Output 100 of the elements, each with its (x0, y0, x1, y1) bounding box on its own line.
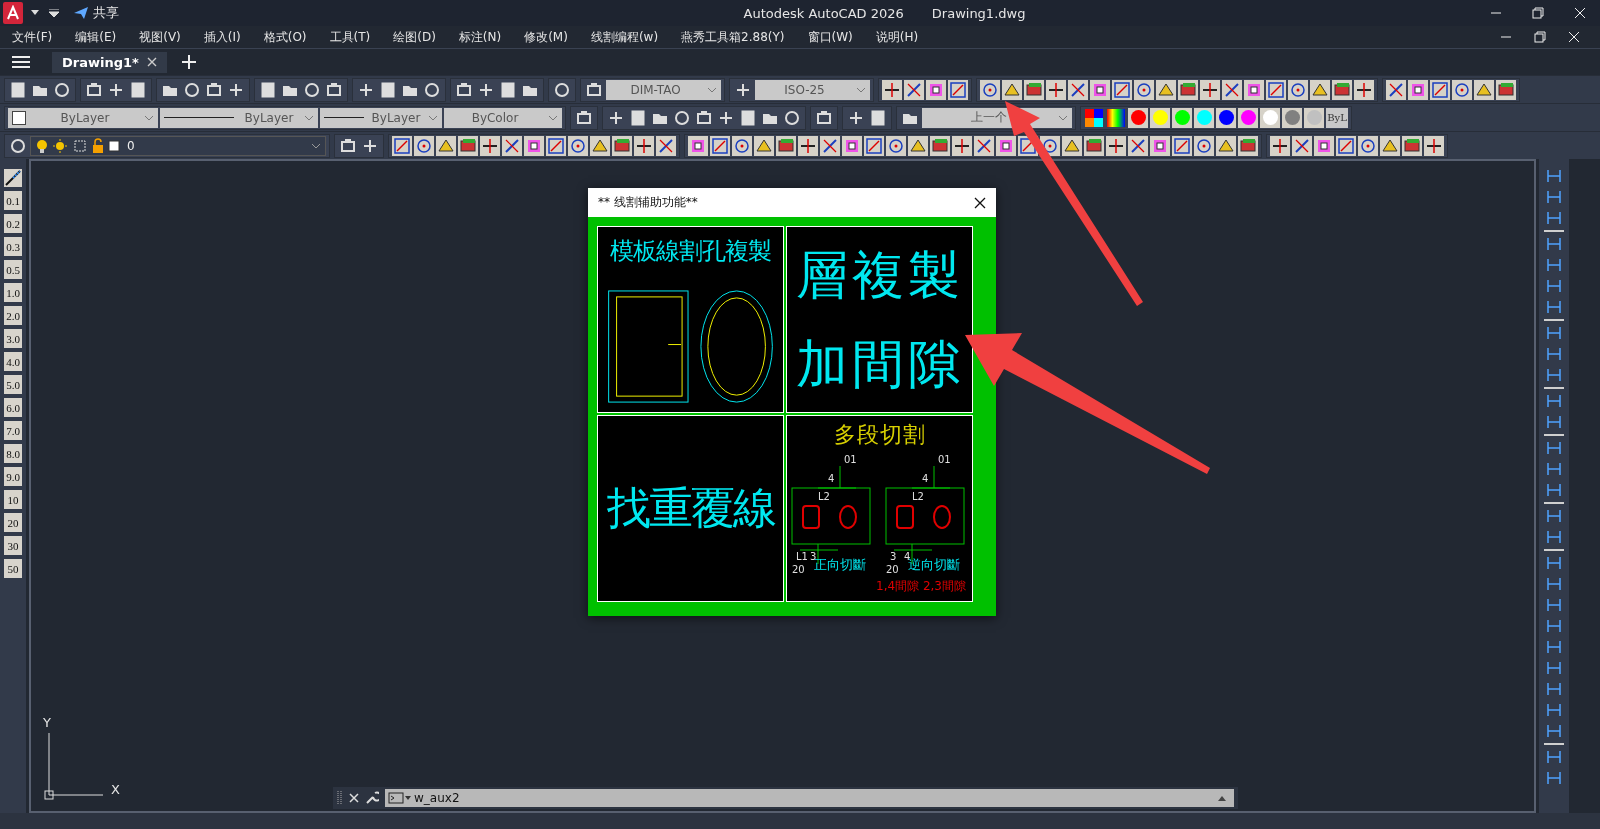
toolbar-icon[interactable] (1024, 79, 1044, 100)
toolbar-icon[interactable] (952, 135, 972, 156)
dimension-tool-icon[interactable] (1545, 256, 1563, 274)
toolbar-icon[interactable] (1084, 135, 1104, 156)
toolbar-icon[interactable] (1244, 79, 1264, 100)
lineweight-button[interactable]: 0.3 (4, 237, 22, 256)
toolbar-icon[interactable] (128, 79, 148, 100)
menu-item[interactable]: 标注(N) (458, 28, 515, 46)
add-icon[interactable] (180, 54, 197, 70)
toolbar-icon[interactable] (436, 135, 456, 156)
dimension-tool-icon[interactable] (1545, 507, 1563, 525)
menu-icon[interactable] (12, 55, 30, 69)
lineweight-icon[interactable] (4, 169, 22, 187)
color-swatch[interactable] (1130, 110, 1146, 125)
menu-item[interactable]: 文件(F) (12, 28, 66, 46)
option-panel[interactable]: 層複製 加間隙 (786, 226, 973, 413)
toolbar-icon[interactable] (1134, 79, 1154, 100)
toolbar-icon[interactable] (738, 107, 758, 128)
dimension-tool-icon[interactable] (1545, 324, 1563, 342)
toolbar-icon[interactable] (904, 79, 924, 100)
menu-item[interactable]: 插入(I) (203, 28, 254, 46)
toolbar-icon[interactable] (1314, 135, 1334, 156)
color-dropdown[interactable]: ByLayer (8, 107, 158, 128)
menu-item[interactable]: 线割编程(w) (590, 28, 672, 46)
lineweight-button[interactable]: 8.0 (4, 444, 22, 463)
lineweight-button[interactable]: 20 (4, 513, 22, 532)
toolbar-icon[interactable] (1380, 135, 1400, 156)
toolbar-icon[interactable] (864, 135, 884, 156)
toolbar-icon[interactable] (1068, 79, 1088, 100)
menu-item[interactable]: 说明(H) (875, 28, 932, 46)
caret-icon[interactable] (1218, 795, 1226, 801)
toolbar-icon[interactable] (502, 135, 522, 156)
toolbar-icon[interactable] (1496, 79, 1516, 100)
menu-item[interactable]: 视图(V) (139, 28, 194, 46)
share-link[interactable]: 共享 (93, 4, 119, 22)
toolbar-icon[interactable] (1216, 135, 1236, 156)
toolbar-icon[interactable] (1288, 79, 1308, 100)
toolbar-icon[interactable] (1222, 79, 1242, 100)
dimension-tool-icon[interactable] (1545, 209, 1563, 227)
toolbar-icon[interactable] (1046, 79, 1066, 100)
color-swatch[interactable] (1284, 110, 1300, 125)
toolbar-icon[interactable] (754, 135, 774, 156)
toolbar-icon[interactable] (546, 135, 566, 156)
toolbar-icon[interactable] (258, 79, 278, 100)
text-style-dropdown[interactable]: DIM-TAO (606, 79, 721, 100)
toolbar-icon[interactable] (710, 135, 730, 156)
toolbar-icon[interactable] (868, 107, 888, 128)
restore-icon[interactable] (1532, 7, 1544, 19)
dimension-tool-icon[interactable] (1545, 638, 1563, 656)
toolbar-icon[interactable] (980, 79, 1000, 100)
toolbar-icon[interactable] (498, 79, 518, 100)
toolbar-icon[interactable] (1178, 79, 1198, 100)
toolbar-icon[interactable] (1062, 135, 1082, 156)
toolbar-icon[interactable] (1424, 135, 1444, 156)
color-swatch[interactable] (1240, 110, 1256, 125)
toolbar-icon[interactable] (1292, 135, 1312, 156)
toolbar-icon[interactable] (458, 135, 478, 156)
dimension-tool-icon[interactable] (1545, 575, 1563, 593)
drawing-canvas[interactable]: Y X w_aux2 ** 线割辅助功能** 模板線割孔複製 層複製 加間隙 找重覆線 多段切割 01 4 L2 L1 3 20 正向切斷 01 4 L2 3 4 20 逆向切斷 1,4間隙 2,3間隙 (29, 159, 1536, 813)
menu-item[interactable]: 修改(M) (524, 28, 581, 46)
close-icon[interactable] (974, 196, 986, 209)
toolbar-icon[interactable] (842, 135, 862, 156)
grip-icon[interactable] (337, 790, 343, 806)
dimension-tool-icon[interactable] (1545, 439, 1563, 457)
dimension-tool-icon[interactable] (1545, 345, 1563, 363)
menu-item[interactable]: 编辑(E) (75, 28, 130, 46)
dimension-tool-icon[interactable] (1545, 748, 1563, 766)
toolbar-icon[interactable] (590, 135, 610, 156)
lineweight-button[interactable]: 6.0 (4, 398, 22, 417)
toolbar-icon[interactable] (1386, 79, 1406, 100)
dimension-tool-icon[interactable] (1545, 298, 1563, 316)
toolbar-icon[interactable] (908, 135, 928, 156)
app-logo[interactable] (3, 2, 23, 24)
dimension-tool-icon[interactable] (1545, 701, 1563, 719)
dimension-tool-icon[interactable] (1545, 680, 1563, 698)
dimension-tool-icon[interactable] (1545, 460, 1563, 478)
toolbar-icon[interactable] (886, 135, 906, 156)
toolbar-icon[interactable] (1336, 135, 1356, 156)
toolbar-icon[interactable] (776, 135, 796, 156)
color-swatch[interactable] (1218, 110, 1234, 125)
customize-icon[interactable] (49, 9, 59, 17)
color-swatch[interactable] (1196, 110, 1212, 125)
toolbar-icon[interactable] (1002, 79, 1022, 100)
dimension-tool-icon[interactable] (1545, 277, 1563, 295)
toolbar-icon[interactable] (948, 79, 968, 100)
color-swatch[interactable] (1152, 110, 1168, 125)
toolbar-icon[interactable] (1200, 79, 1220, 100)
lineweight-button[interactable]: 3.0 (4, 329, 22, 348)
toolbar-icon[interactable] (1156, 79, 1176, 100)
lineweight-button[interactable]: 9.0 (4, 467, 22, 486)
dimension-tool-icon[interactable] (1545, 659, 1563, 677)
lineweight-button[interactable]: 10 (4, 490, 22, 509)
lineweight-button[interactable]: 0.2 (4, 214, 22, 233)
toolbar-icon[interactable] (1266, 79, 1286, 100)
toolbar-icon[interactable] (1452, 79, 1472, 100)
toolbar-icon[interactable] (628, 107, 648, 128)
lineweight-button[interactable]: 2.0 (4, 306, 22, 325)
dimension-style-dropdown[interactable]: ISO-25 (755, 79, 870, 100)
toolbar-icon[interactable] (1150, 135, 1170, 156)
menu-item[interactable]: 绘图(D) (393, 28, 449, 46)
